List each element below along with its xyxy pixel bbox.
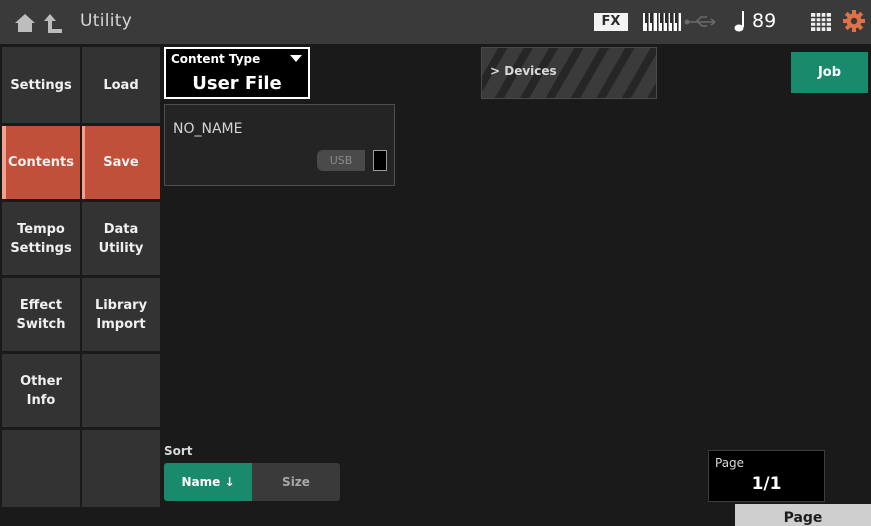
storage-device-card[interactable]: NO_NAME USB (164, 104, 395, 186)
grid-icon[interactable] (811, 13, 831, 31)
usb-cable-icon (684, 16, 716, 27)
keyboard-icon (643, 13, 681, 31)
sort-size-button[interactable]: Size (252, 463, 340, 501)
content-type-label: Content Type (171, 52, 261, 66)
devices-button[interactable]: > Devices (481, 47, 657, 99)
job-button[interactable]: Job (791, 52, 868, 93)
sort-label: Sort (164, 444, 193, 458)
sidebar-item-empty (2, 430, 80, 507)
sidebar-item-other-info[interactable]: Other Info (2, 354, 80, 427)
sort-name-button[interactable]: Name ↓ (164, 463, 252, 501)
page-button[interactable]: Page (735, 504, 871, 526)
up-arrow-icon[interactable] (43, 12, 63, 34)
content-type-value: User File (192, 73, 282, 94)
dropdown-arrow-icon (290, 55, 302, 62)
devices-label: > Devices (490, 64, 557, 78)
note-icon (734, 11, 744, 32)
page-value: 1/1 (751, 474, 782, 494)
app-title: Utility (80, 11, 133, 31)
sidebar-item-load[interactable]: Load (82, 47, 160, 123)
top-bar: Utility FX 89 (0, 0, 871, 44)
home-icon[interactable] (14, 13, 36, 33)
usb-badge: USB (317, 150, 365, 171)
fx-indicator: FX (594, 13, 628, 31)
sidebar-item-data-utility[interactable]: Data Utility (82, 202, 160, 275)
sidebar-item-effect-switch[interactable]: Effect Switch (2, 278, 80, 351)
sidebar-item-empty (82, 354, 160, 427)
device-name: NO_NAME (173, 121, 243, 137)
sort-toggle: Name ↓ Size (164, 463, 340, 501)
sidebar-item-tempo-settings[interactable]: Tempo Settings (2, 202, 80, 275)
sidebar-item-save[interactable]: Save (82, 126, 160, 199)
sidebar-item-empty (82, 430, 160, 507)
gear-icon[interactable] (843, 10, 865, 32)
page-indicator: Page 1/1 (708, 450, 825, 502)
storage-level-indicator (373, 150, 387, 171)
page-label: Page (715, 456, 745, 470)
sidebar-item-library-import[interactable]: Library Import (82, 278, 160, 351)
tempo-value[interactable]: 89 (752, 10, 776, 32)
content-type-select[interactable]: Content Type User File (164, 47, 310, 99)
sidebar-item-settings[interactable]: Settings (2, 47, 80, 123)
sidebar-item-contents[interactable]: Contents (2, 126, 80, 199)
